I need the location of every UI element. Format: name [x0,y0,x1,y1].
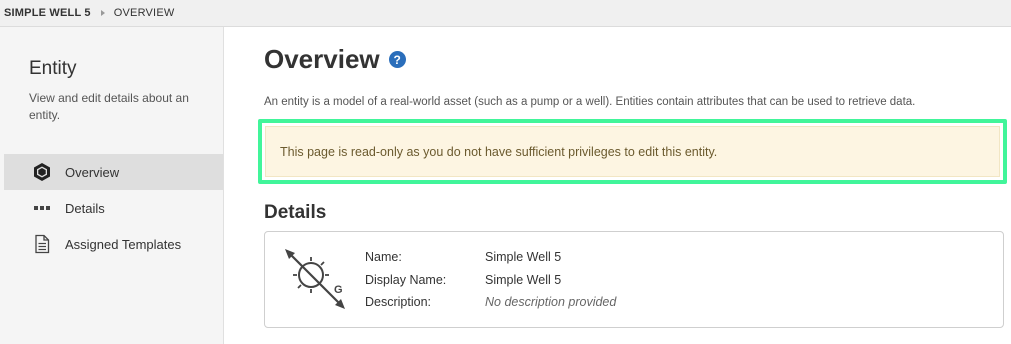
sidebar-item-label: Assigned Templates [65,236,182,252]
property-row: Description: No description provided [365,291,616,314]
document-icon [31,233,53,255]
main-content: Overview ? An entity is a model of a rea… [224,27,1011,344]
sidebar-item-label: Details [65,200,105,216]
alert-highlight: This page is read-only as you do not hav… [258,119,1007,184]
property-label: Description: [365,295,431,310]
details-heading: Details [264,202,327,223]
sidebar-item-details[interactable]: Details [4,190,223,226]
breadcrumb-current: OVERVIEW [113,7,175,19]
question-circle-icon[interactable]: ? [388,51,406,68]
read-only-alert: This page is read-only as you do not hav… [265,126,1000,177]
breadcrumb-root-link[interactable]: SIMPLE WELL 5 [4,7,91,19]
property-value: No description provided [485,295,617,310]
page-title-text: Overview [264,44,380,74]
hexagon-icon [31,161,53,183]
well-gauge-icon: G [285,249,345,309]
sidebar-item-assigned-templates[interactable]: Assigned Templates [4,226,223,262]
ellipsis-icon [31,197,53,219]
page-title: Overview ? [264,44,406,75]
sidebar-item-overview[interactable]: Overview [4,154,223,190]
sidebar-description: View and edit details about an entity. [29,91,189,122]
property-row: Display Name: Simple Well 5 [365,269,616,292]
svg-text:G: G [334,284,343,296]
property-row: Name: Simple Well 5 [365,246,616,269]
page-intro: An entity is a model of a real-world ass… [264,96,916,108]
property-label: Name: [365,250,402,265]
property-label: Display Name: [365,272,447,287]
property-list: Name: Simple Well 5 Display Name: Simple… [365,246,616,314]
property-value: Simple Well 5 [485,250,562,265]
details-card: G Name: Simple Well 5 Display Name: Simp… [264,231,1004,328]
property-value: Simple Well 5 [485,272,562,287]
sidebar-title: Entity [29,58,77,79]
sidebar-nav: Overview Details Assigned Templates [4,154,223,262]
breadcrumb: SIMPLE WELL 5 OVERVIEW [0,0,1011,27]
sidebar: Entity View and edit details about an en… [0,27,224,344]
sidebar-item-label: Overview [65,164,120,180]
breadcrumb-separator-icon [100,10,105,16]
